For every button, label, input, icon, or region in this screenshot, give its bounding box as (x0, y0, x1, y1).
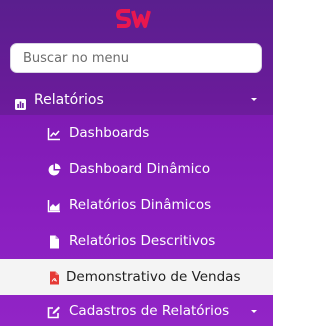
menu-item-label: Relatórios Descritivos (69, 233, 216, 249)
line-chart-icon (47, 126, 61, 141)
menu-item-dashboards[interactable]: Dashboards (0, 115, 273, 151)
menu-item-dashboard-dinamico[interactable]: Dashboard Dinâmico (0, 151, 273, 187)
file-icon (47, 234, 61, 249)
sw-logo-icon (115, 9, 151, 28)
search-input[interactable] (10, 43, 262, 73)
brand-logo[interactable] (0, 6, 273, 32)
menu-item-label: Dashboards (69, 125, 150, 141)
submenu-relatorios: Dashboards Dashboard Dinâmico Relatórios… (0, 115, 273, 326)
section-label: Relatórios (34, 92, 104, 108)
menu-item-label: Cadastros de Relatórios (69, 303, 230, 319)
pie-chart-icon (47, 162, 61, 176)
chevron-down-icon (251, 98, 257, 101)
sidebar: Relatórios Dashboards Dashboard Dinâmico (0, 0, 273, 326)
menu-item-relatorios-descritivos[interactable]: Relatórios Descritivos (0, 223, 273, 259)
menu-item-demonstrativo-de-vendas[interactable]: Demonstrativo de Vendas (0, 259, 273, 295)
pdf-file-icon (47, 270, 61, 285)
menu-item-label: Dashboard Dinâmico (69, 161, 211, 177)
menu-item-cadastros-de-relatorios[interactable]: Cadastros de Relatórios (0, 293, 273, 326)
chevron-down-icon (251, 310, 257, 313)
menu-item-label: Demonstrativo de Vendas (66, 269, 241, 285)
section-relatorios[interactable]: Relatórios (0, 83, 273, 117)
edit-icon (47, 304, 61, 319)
menu-item-label: Relatórios Dinâmicos (69, 197, 212, 213)
menu-item-relatorios-dinamicos[interactable]: Relatórios Dinâmicos (0, 187, 273, 223)
bar-chart-icon (15, 95, 26, 114)
area-chart-icon (47, 198, 61, 213)
